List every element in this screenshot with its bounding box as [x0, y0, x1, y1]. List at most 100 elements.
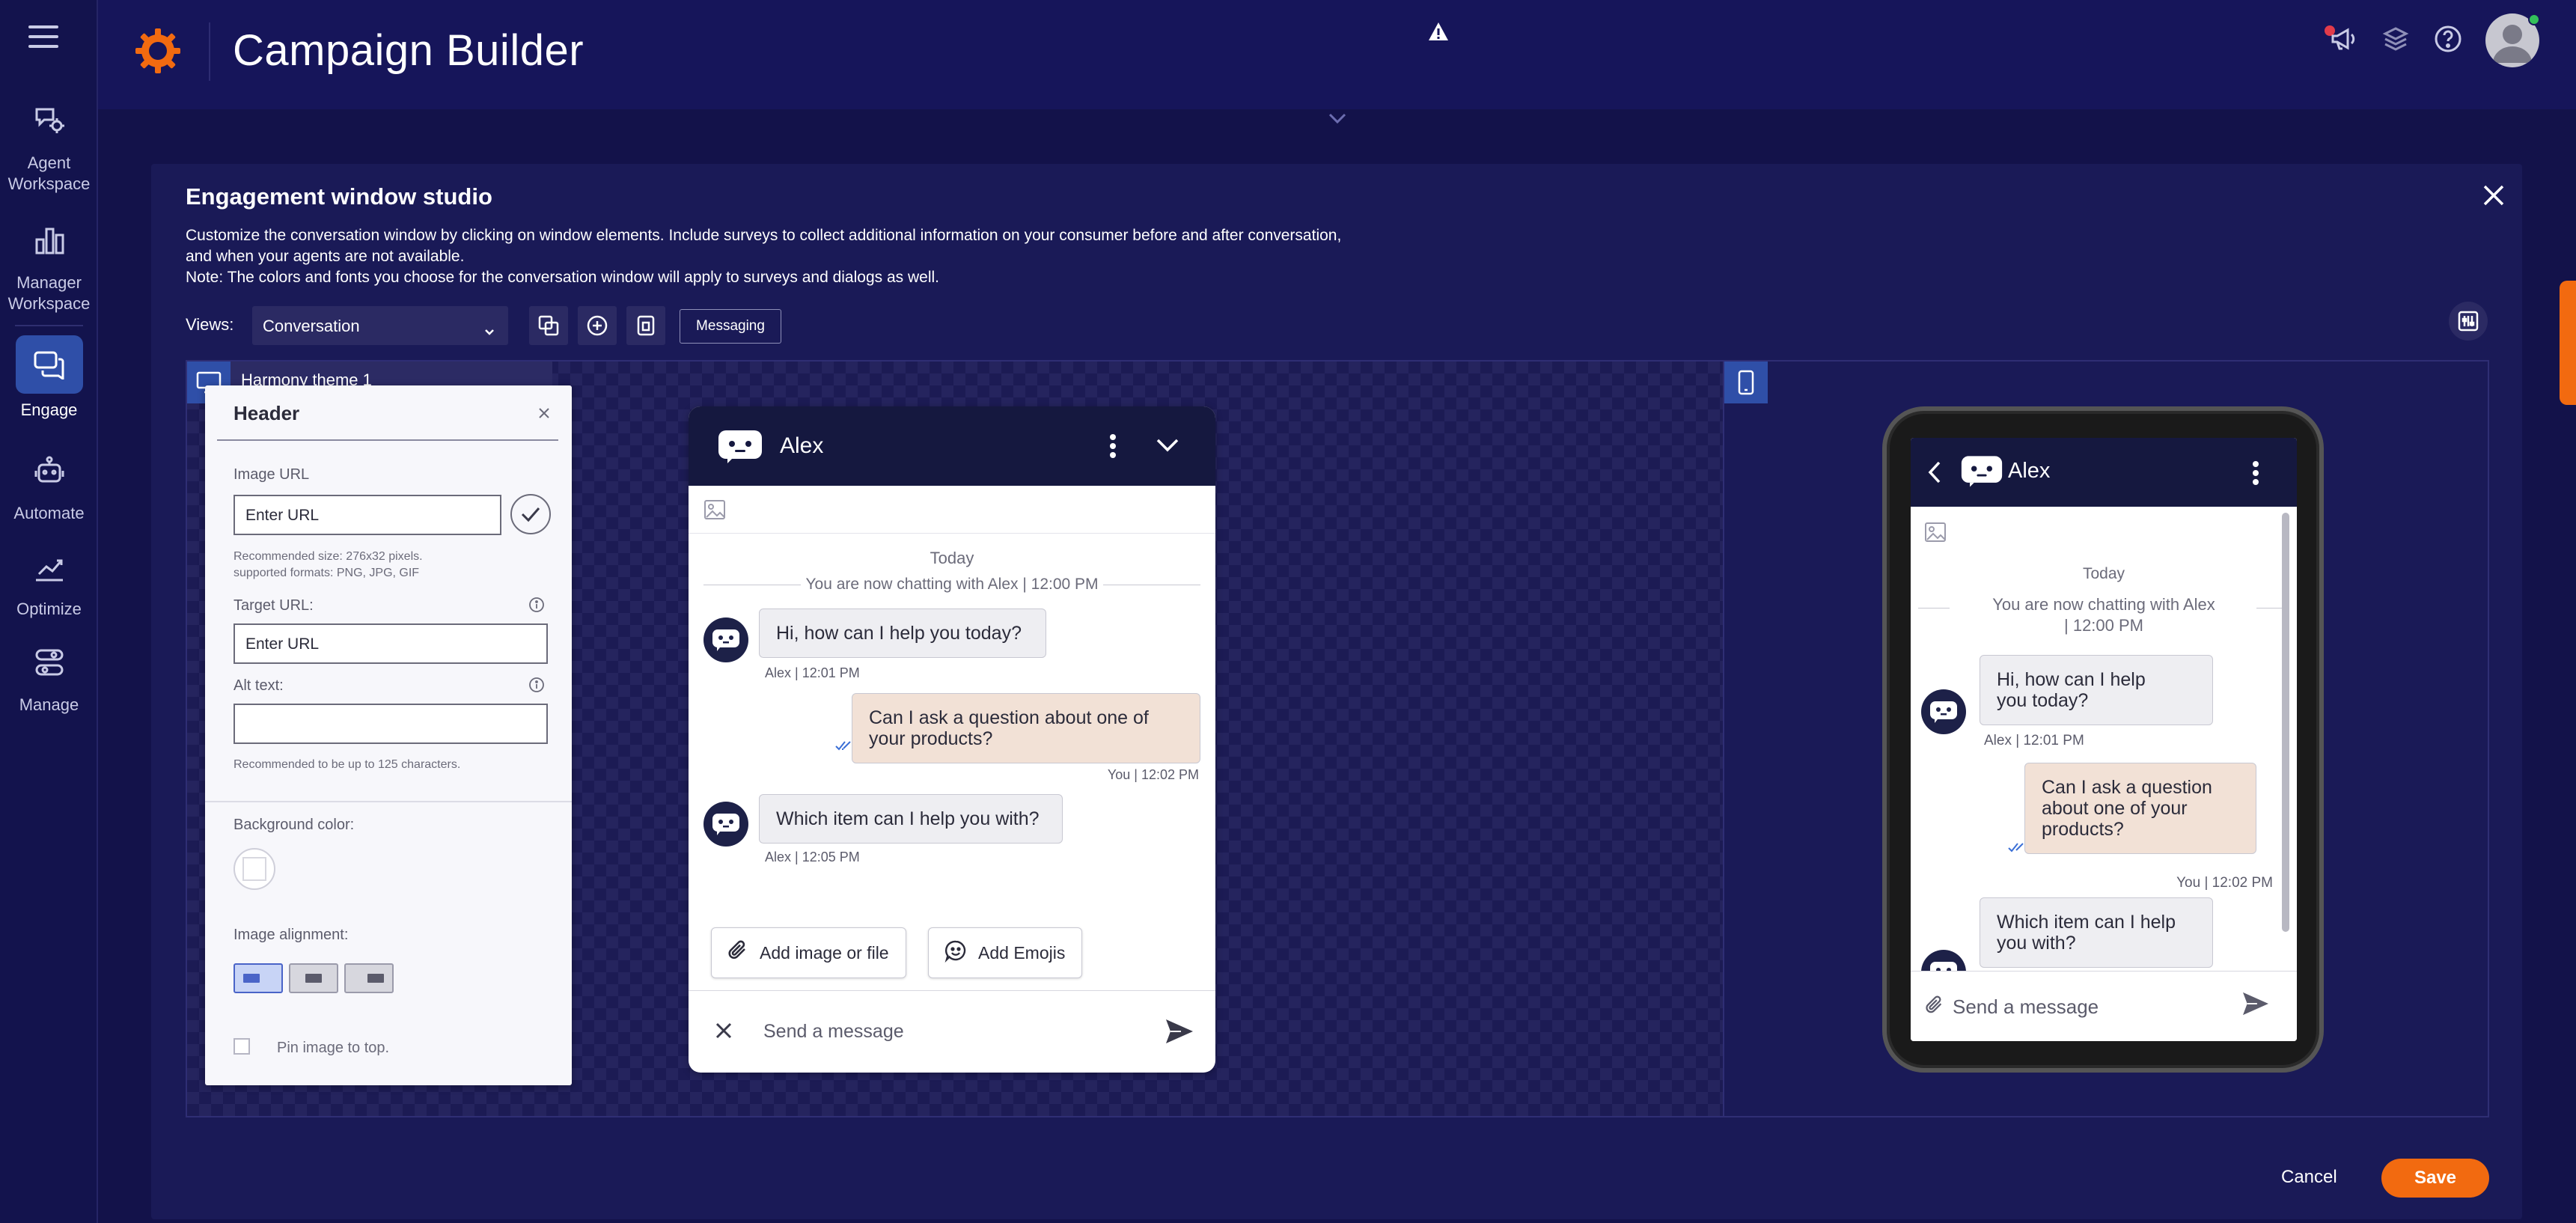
nav-label: Optimize: [16, 600, 82, 618]
preview-mode-button[interactable]: [626, 306, 665, 345]
add-emojis-label: Add Emojis: [978, 942, 1066, 963]
megaphone-icon[interactable]: [2328, 24, 2358, 58]
message-text-line: Can I ask a question about one of: [869, 707, 1149, 728]
image-format-hint: supported formats: PNG, JPG, GIF: [234, 567, 420, 579]
more-vertical-icon[interactable]: [1109, 433, 1117, 463]
save-button[interactable]: Save: [2381, 1159, 2489, 1198]
close-icon[interactable]: [2479, 180, 2509, 210]
title-divider: [209, 22, 210, 81]
align-right-button[interactable]: [344, 963, 394, 993]
image-url-label: Image URL: [234, 466, 310, 483]
online-status-dot: [2528, 13, 2540, 25]
system-message-time: | 12:00 PM: [2064, 616, 2143, 635]
editor-divider: [217, 439, 558, 441]
message-text-line: Can I ask a question: [2042, 777, 2212, 798]
nav-divider: [15, 325, 83, 326]
duplicate-view-button[interactable]: [529, 306, 568, 345]
paperclip-icon[interactable]: [1924, 994, 1945, 1020]
message-input[interactable]: Send a message: [763, 1021, 904, 1043]
emoji-chat-icon: [944, 939, 968, 967]
top-header: Campaign Builder: [98, 0, 2576, 124]
image-placeholder-icon: [703, 499, 726, 524]
agent-name: Alex: [2008, 459, 2051, 483]
description-text: Customize the conversation window by cli…: [186, 227, 1342, 265]
background-color-picker[interactable]: [234, 848, 275, 890]
nav-agent-workspace[interactable]: Agent Workspace: [0, 91, 98, 195]
send-icon[interactable]: [2241, 991, 2270, 1020]
agent-message-bubble: Hi, how can I help you today?: [759, 609, 1046, 658]
views-select[interactable]: Conversation: [252, 306, 508, 345]
message-meta: You | 12:02 PM: [2176, 875, 2273, 891]
day-divider: Today: [930, 549, 974, 567]
confirm-check-icon[interactable]: [510, 494, 551, 534]
chat-icon: [15, 335, 83, 394]
mobile-chat-screen: Alex Today You are now chatting with Ale…: [1911, 438, 2297, 1041]
nav-manage[interactable]: Manage: [0, 633, 98, 716]
agent-workspace-icon: [16, 91, 83, 150]
mobile-phone-frame: Alex Today You are now chatting with Ale…: [1882, 406, 2324, 1073]
section-divider: [205, 801, 572, 802]
agent-message-bubble: Hi, how can I help you today?: [1980, 655, 2213, 725]
nav-label: Manager Workspace: [7, 273, 91, 313]
image-size-hint: Recommended size: 276x32 pixels.: [234, 550, 423, 563]
description-note: Note: The colors and fonts you choose fo…: [186, 269, 939, 286]
message-input[interactable]: Send a message: [1953, 995, 2099, 1019]
alt-text-label: Alt text:: [234, 677, 284, 694]
chevron-down-icon[interactable]: [1328, 112, 1347, 128]
target-url-input[interactable]: Enter URL: [234, 623, 548, 664]
add-image-or-file-button[interactable]: Add image or file: [711, 927, 906, 978]
toggles-icon: [16, 633, 83, 692]
messaging-button[interactable]: Messaging: [680, 309, 781, 344]
pin-image-checkbox[interactable]: [234, 1038, 250, 1055]
nav-optimize[interactable]: Optimize: [0, 537, 98, 620]
image-alignment-label: Image alignment:: [234, 927, 349, 943]
warning-icon[interactable]: [1427, 21, 1450, 46]
system-line-left: [1918, 608, 1950, 609]
nav-label: Agent Workspace: [7, 153, 91, 193]
message-meta: Alex | 12:01 PM: [765, 665, 860, 680]
align-left-button[interactable]: [234, 963, 283, 993]
chevron-down-icon[interactable]: [1156, 438, 1179, 457]
agent-message-bubble: Which item can I help you with?: [759, 794, 1063, 844]
send-icon[interactable]: [1165, 1018, 1194, 1049]
caret-down-icon: [484, 321, 495, 341]
mobile-composer: Send a message: [1911, 971, 2297, 1041]
consumer-message-bubble: Can I ask a question about one of your p…: [2024, 763, 2256, 854]
bar-chart-icon: [16, 211, 83, 269]
nav-label: Automate: [13, 504, 85, 522]
nav-label: Engage: [20, 400, 78, 419]
alt-text-hint: Recommended to be up to 125 characters.: [234, 758, 461, 771]
mobile-chat-header[interactable]: Alex: [1911, 438, 2297, 507]
desktop-chat-window: Alex Today You are now chatting with Ale…: [689, 406, 1215, 1073]
cancel-button[interactable]: Cancel: [2281, 1167, 2337, 1188]
side-feedback-tab[interactable]: [2560, 281, 2576, 405]
message-text-line: you with?: [1997, 933, 2076, 954]
chat-header[interactable]: Alex: [689, 406, 1215, 486]
close-icon[interactable]: [714, 1021, 733, 1044]
add-emojis-button[interactable]: Add Emojis: [928, 927, 1083, 978]
close-icon[interactable]: [537, 406, 551, 424]
alt-text-input[interactable]: [234, 704, 548, 744]
nav-engage[interactable]: Engage: [0, 335, 98, 421]
consumer-message-bubble: Can I ask a question about one of your p…: [852, 693, 1200, 763]
left-nav: Agent Workspace Manager Workspace Engage…: [0, 0, 98, 1223]
header-image-slot[interactable]: [689, 486, 1215, 534]
nav-manager-workspace[interactable]: Manager Workspace: [0, 211, 98, 314]
info-icon[interactable]: [528, 677, 545, 693]
image-placeholder-icon[interactable]: [1924, 522, 1947, 546]
mobile-phone-icon[interactable]: [1724, 362, 1768, 403]
more-vertical-icon[interactable]: [2252, 460, 2259, 489]
layers-icon[interactable]: [2381, 24, 2411, 58]
system-message: You are now chatting with Alex | 12:00 P…: [805, 576, 1099, 593]
info-icon[interactable]: [528, 597, 545, 613]
back-arrow-icon[interactable]: [1927, 460, 1942, 488]
image-url-input[interactable]: Enter URL: [234, 495, 501, 535]
align-center-button[interactable]: [289, 963, 338, 993]
hamburger-menu-icon[interactable]: [28, 25, 58, 49]
help-icon[interactable]: [2433, 24, 2463, 58]
settings-sliders-icon[interactable]: [2449, 302, 2488, 341]
scrollbar[interactable]: [2282, 513, 2289, 932]
target-url-label: Target URL:: [234, 597, 314, 614]
nav-automate[interactable]: Automate: [0, 442, 98, 524]
add-view-button[interactable]: [578, 306, 617, 345]
